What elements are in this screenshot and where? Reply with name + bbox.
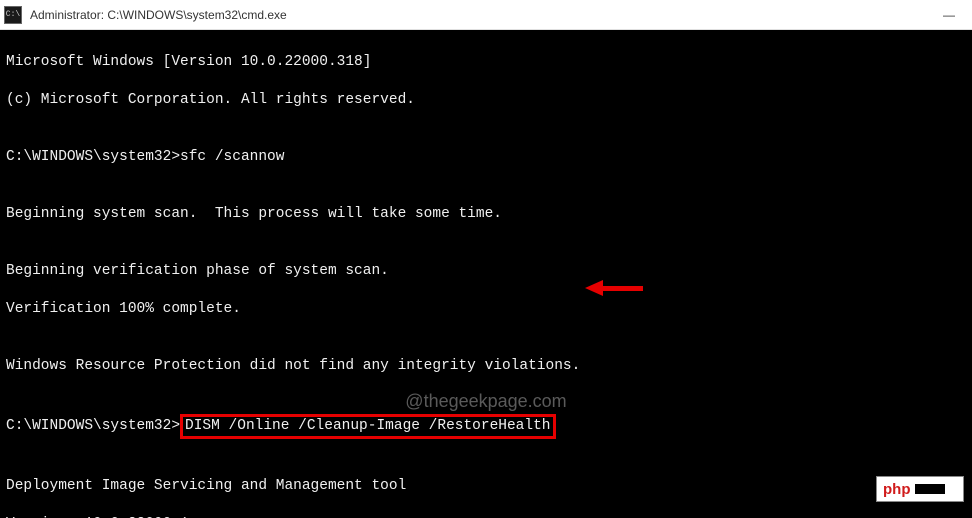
arrow-head-icon	[585, 280, 603, 296]
verify-begin: Beginning verification phase of system s…	[6, 262, 966, 281]
arrow-body-icon	[603, 286, 643, 291]
dism-command-highlight: DISM /Online /Cleanup-Image /RestoreHeal…	[180, 414, 555, 439]
terminal-output[interactable]: Microsoft Windows [Version 10.0.22000.31…	[0, 30, 972, 518]
window-controls: —	[942, 8, 968, 22]
banner-version: Microsoft Windows [Version 10.0.22000.31…	[6, 53, 966, 72]
window-title: Administrator: C:\WINDOWS\system32\cmd.e…	[30, 8, 287, 22]
php-logo-badge: php	[876, 476, 964, 502]
verify-complete: Verification 100% complete.	[6, 300, 966, 319]
dism-command: DISM /Online /Cleanup-Image /RestoreHeal…	[185, 418, 550, 434]
title-bar[interactable]: C:\ Administrator: C:\WINDOWS\system32\c…	[0, 0, 972, 30]
red-arrow-annotation	[585, 280, 643, 296]
php-logo-text: php	[883, 480, 911, 499]
logo-black-box	[915, 484, 945, 494]
cmd-icon: C:\	[4, 6, 22, 24]
prompt-path: C:\WINDOWS\system32>	[6, 418, 180, 434]
command-prompt-window: C:\ Administrator: C:\WINDOWS\system32\c…	[0, 0, 972, 518]
dism-title: Deployment Image Servicing and Managemen…	[6, 477, 966, 496]
prompt-sfc: C:\WINDOWS\system32>sfc /scannow	[6, 148, 966, 167]
minimize-button[interactable]: —	[942, 8, 956, 22]
wrp-result: Windows Resource Protection did not find…	[6, 357, 966, 376]
prompt-path: C:\WINDOWS\system32>	[6, 149, 180, 165]
sfc-command: sfc /scannow	[180, 149, 284, 165]
prompt-dism: C:\WINDOWS\system32> DISM /Online /Cleanu…	[6, 414, 966, 439]
banner-copyright: (c) Microsoft Corporation. All rights re…	[6, 91, 966, 110]
scan-begin: Beginning system scan. This process will…	[6, 205, 966, 224]
watermark-text: @thegeekpage.com	[405, 392, 566, 411]
